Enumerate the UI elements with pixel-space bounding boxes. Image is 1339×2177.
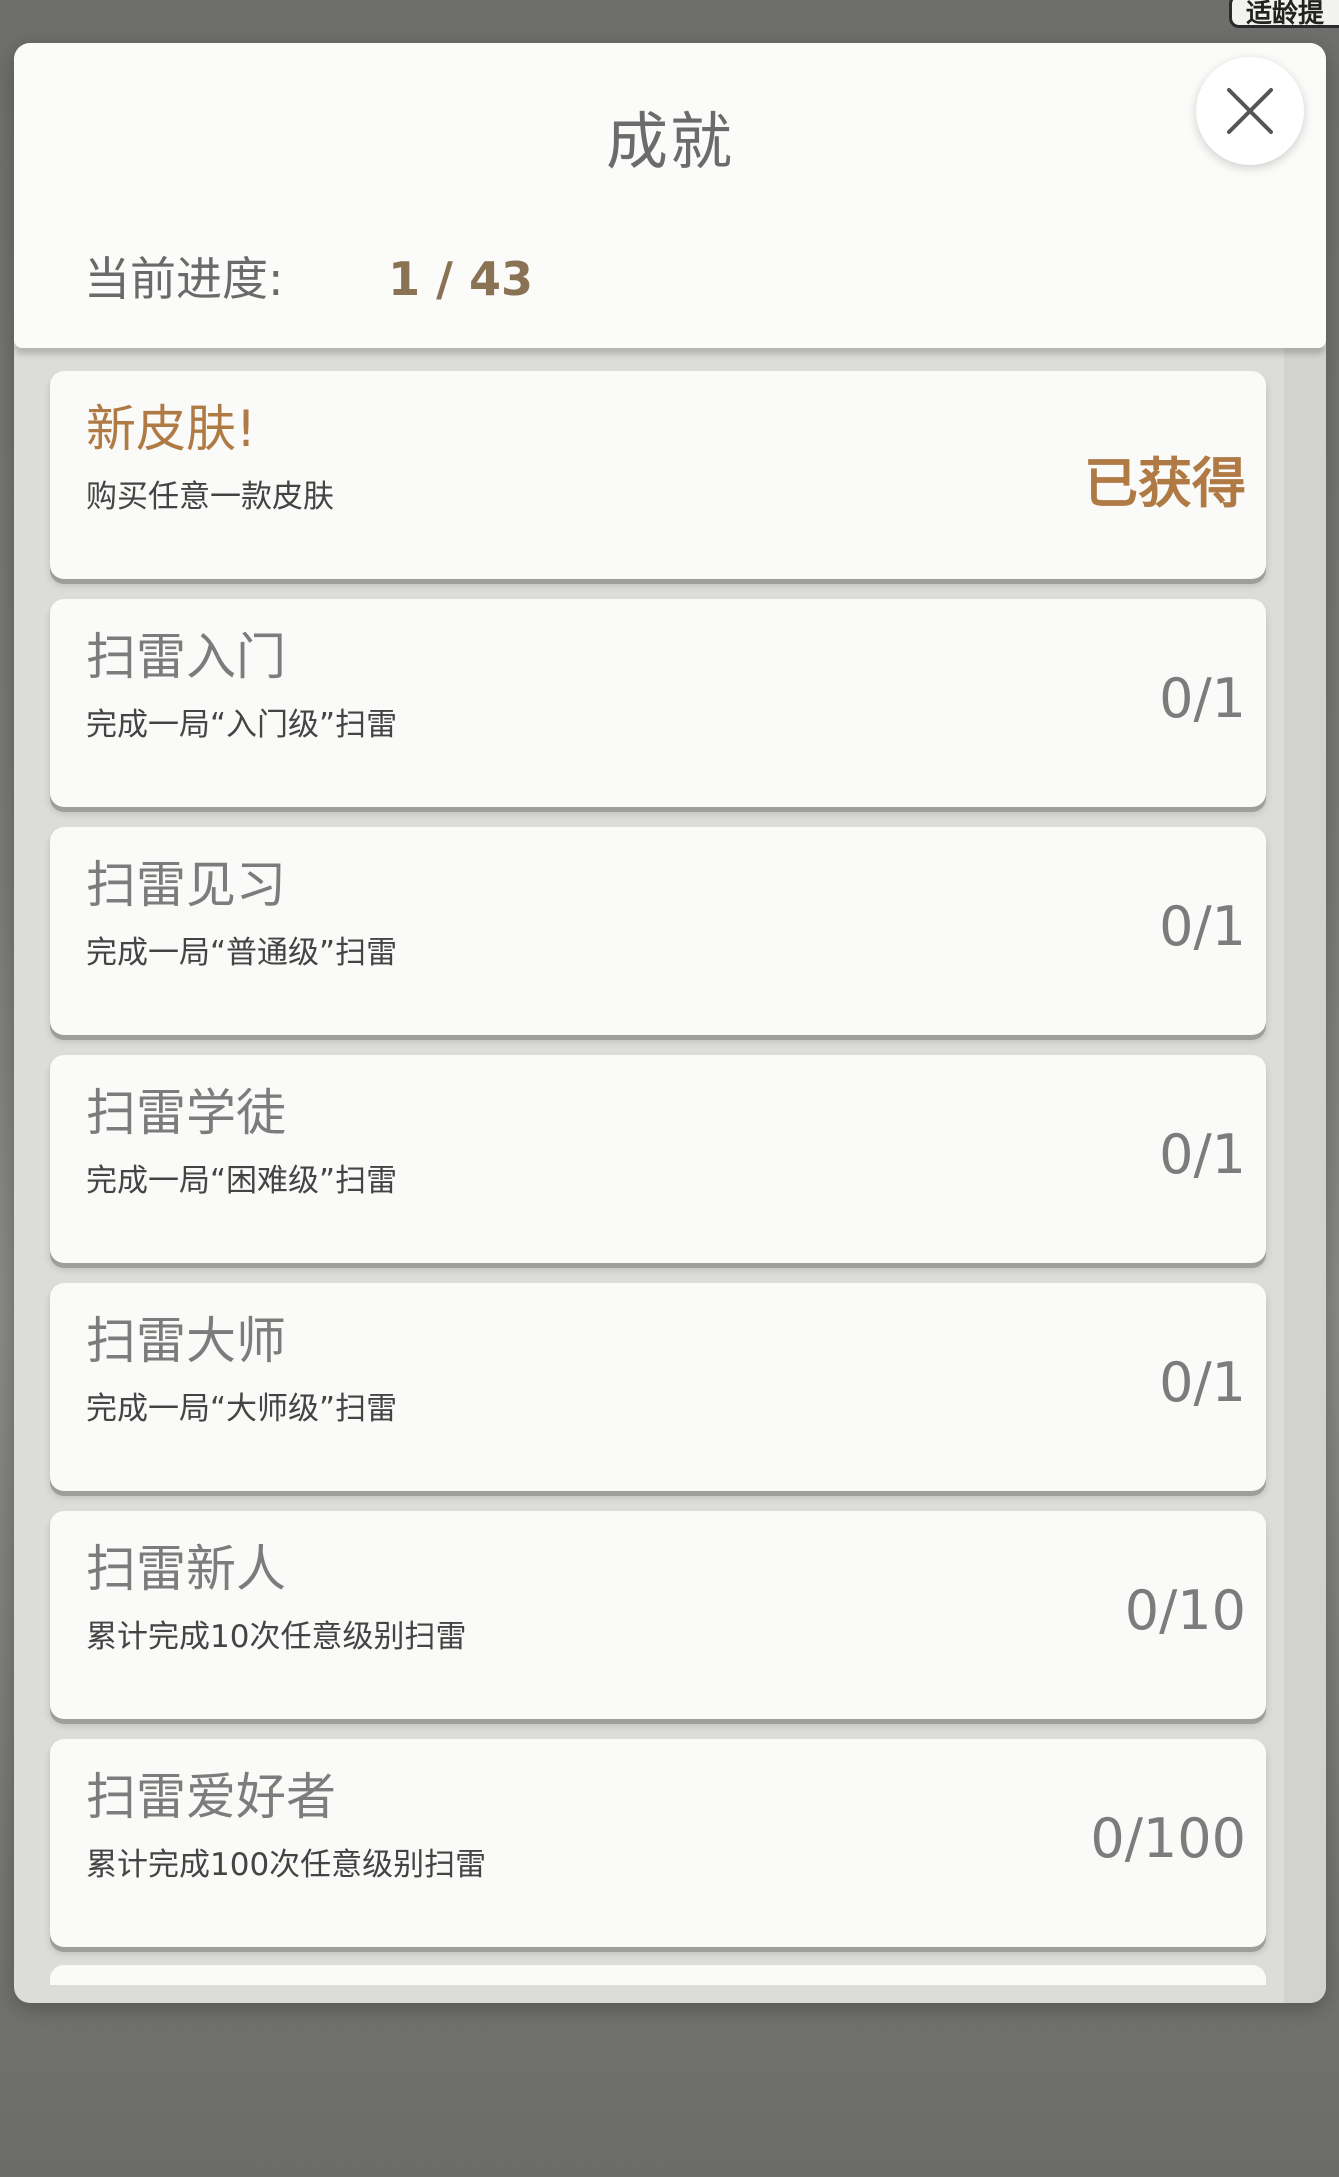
achievement-title: 扫雷新人 — [86, 1540, 286, 1598]
achievement-list[interactable]: 新皮肤! 购买任意一款皮肤 已获得 扫雷入门 完成一局“入门级”扫雷 0/1 扫雷见习 完成一… — [50, 371, 1270, 1967]
achievement-card[interactable]: 扫雷爱好者累计完成100次任意级别扫雷 0/100 — [50, 1739, 1266, 1947]
achievement-status: 0/100 — [1090, 1807, 1246, 1870]
next-card-peek — [50, 1965, 1266, 1985]
achievement-card[interactable]: 扫雷大师完成一局“大师级”扫雷 0/1 — [50, 1283, 1266, 1491]
achievement-status: 0/10 — [1124, 1579, 1246, 1642]
close-icon — [1227, 88, 1273, 134]
achievement-description: 购买任意一款皮肤 — [86, 479, 334, 515]
achievement-title: 扫雷见习 — [86, 856, 286, 914]
achievement-description: 完成一局“困难级”扫雷 — [86, 1163, 398, 1199]
achievement-status: 0/1 — [1159, 1351, 1246, 1414]
achievement-card[interactable]: 扫雷学徒完成一局“困难级”扫雷 0/1 — [50, 1055, 1266, 1263]
achievement-description: 累计完成10次任意级别扫雷 — [86, 1619, 467, 1655]
achievement-status: 0/1 — [1159, 667, 1246, 730]
achievement-card[interactable]: 扫雷新人累计完成10次任意级别扫雷 0/10 — [50, 1511, 1266, 1719]
achievement-description: 完成一局“大师级”扫雷 — [86, 1391, 398, 1427]
achievements-modal: 成就 当前进度: 1 / 43 新皮肤! 购买任意一款皮肤 已获得扫雷入门完成一局“… — [14, 43, 1326, 2003]
modal-header: 成就 当前进度: 1 / 43 — [14, 43, 1326, 348]
close-button[interactable] — [1196, 57, 1304, 165]
progress-row: 当前进度: 1 / 43 — [84, 243, 533, 309]
achievement-card[interactable]: 新皮肤! 购买任意一款皮肤 已获得 — [50, 371, 1266, 579]
age-rating-tag: 适龄提 — [1229, 0, 1339, 29]
achievement-title: 扫雷大师 — [86, 1312, 286, 1370]
achievement-card[interactable]: 扫雷入门完成一局“入门级”扫雷 0/1 — [50, 599, 1266, 807]
achievement-status: 0/1 — [1159, 895, 1246, 958]
achievement-description: 完成一局“普通级”扫雷 — [86, 935, 398, 971]
achievement-description: 完成一局“入门级”扫雷 — [86, 707, 398, 743]
achievement-title: 扫雷入门 — [86, 628, 286, 686]
achievement-status: 0/1 — [1159, 1123, 1246, 1186]
achievement-title: 扫雷学徒 — [86, 1084, 286, 1142]
progress-value: 1 / 43 — [388, 252, 533, 306]
achievement-card[interactable]: 扫雷见习完成一局“普通级”扫雷 0/1 — [50, 827, 1266, 1035]
progress-label: 当前进度: — [84, 252, 284, 306]
modal-title: 成就 — [605, 105, 734, 178]
achievement-title: 新皮肤! — [86, 400, 257, 458]
scroll-track[interactable] — [1284, 348, 1326, 2003]
achievement-status: 已获得 — [1084, 452, 1246, 515]
achievement-title: 扫雷爱好者 — [86, 1768, 336, 1826]
achievement-description: 累计完成100次任意级别扫雷 — [86, 1847, 487, 1883]
